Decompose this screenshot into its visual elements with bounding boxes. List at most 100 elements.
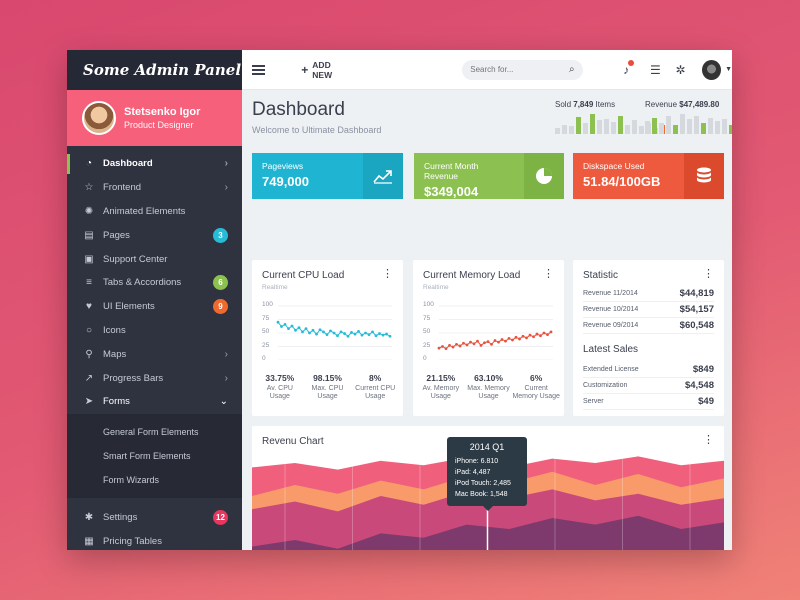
app-window: Some Admin Panel Stetsenko Igor Product … [67,50,732,550]
chart-tooltip: 2014 Q1 iPhone: 6.810 iPad: 4,487 iPod Tou… [447,437,527,511]
stat-row-value: $849 [692,364,714,375]
sidebar-item-label: UI Elements [103,301,155,313]
data-point [378,332,381,335]
user-avatar-button[interactable] [702,59,722,80]
metric-label: Av. CPU Usage [266,385,293,401]
revenue-value: $47,489.80 [679,100,720,109]
sidebar-item[interactable]: ▦ Pricing Tables [67,530,242,550]
stat-row-label: Customization [583,382,628,389]
stat-row: Extended License $849 [583,362,714,378]
sidebar-item-label: Progress Bars [103,372,164,384]
sidebar-item[interactable]: ◔ Dashboard › [67,152,242,176]
metric-value: 21.15% [426,373,456,383]
data-point [280,325,283,328]
metric-value: 98.15% [313,373,342,383]
y-tick-label: 25 [423,341,431,349]
trend-chart-icon [363,153,403,199]
sparkline-bar [715,121,720,134]
sidebar-item[interactable]: ○ Icons [67,319,242,343]
data-point [360,333,364,337]
circle-icon: ○ [85,324,93,336]
avatar[interactable] [82,101,116,135]
server-icon[interactable]: ☰ [648,62,663,78]
data-point [371,330,374,334]
stat-row-label: Extended License [583,366,639,373]
data-point [287,327,290,331]
sidebar-item[interactable]: ↗ Progress Bars › [67,366,242,390]
menu-toggle-icon[interactable] [252,64,266,75]
sidebar-item[interactable]: ➤ Forms ⌄ [67,390,242,414]
y-tick-label: 0 [262,355,266,362]
data-point [374,334,378,338]
stat-row: Revenue 11/2014 $44,819 [583,286,714,302]
data-point [458,344,462,348]
y-tick-label: 100 [262,301,273,308]
submenu-item[interactable]: Smart Form Elements [67,444,242,468]
revenue-label: Revenue [645,100,678,109]
sparkline-bar [611,121,616,134]
database-icon [684,153,724,199]
diskspace-card[interactable]: Diskspace Used 51.84/100GB [573,153,724,199]
data-point [441,345,444,348]
sidebar-item[interactable]: ✺ Animated Elements [67,200,242,224]
pageviews-card[interactable]: Pageviews 749,000 [252,153,403,199]
bell-icon[interactable]: ♪ [619,59,634,78]
data-point [322,330,325,334]
sparkline-bar [645,121,650,134]
card-subtitle: Realtime [262,284,288,291]
cpu-metrics: 33.75% Av. CPU Usage 98.15% Max. CPU Usage 8… [256,373,399,402]
gear-icon[interactable]: ✲ [673,62,688,78]
spinner-icon: ✺ [84,205,94,217]
sidebar-item[interactable]: ▤ Pages 3 [67,223,242,247]
data-point [500,338,504,341]
revenue-card[interactable]: Current Month Revenue $349,004 [414,153,564,199]
memory-line-chart [437,305,553,360]
latest-sales-title: Latest Sales [583,344,639,355]
sidebar-menu-bottom: ✱ Settings 12 ▦ Pricing Tables [67,498,242,550]
sidebar-item[interactable]: ≡ Tabs & Accordions 6 [67,271,242,295]
stat-row-label: Revenue 11/2014 [583,290,638,297]
y-tick-label: 50 [262,328,270,335]
card-title: Current CPU Load [262,270,345,281]
data-point [514,335,518,339]
stat-value: $349,004 [424,184,479,199]
metric-label: Max. Memory Usage [467,385,510,401]
paper-plane-icon: ➤ [84,396,94,408]
submenu-item[interactable]: Form Wizards [67,468,242,492]
sidebar-item[interactable]: ✱ Settings 12 [67,506,242,530]
data-point [437,346,441,350]
metric: 33.75% Av. CPU Usage [256,373,304,402]
more-menu-icon[interactable]: ⋮ [382,269,393,280]
add-new-label: ADD NEW [312,59,333,80]
sidebar-item[interactable]: ▣ Support Center [67,247,242,271]
sidebar-item[interactable]: ♥ UI Elements 9 [67,295,242,319]
sidebar-item-label: Animated Elements [103,205,186,217]
data-point [490,342,493,346]
stat-value: 51.84/100GB [583,174,661,189]
gear-icon: ✱ [84,512,94,524]
chevron-down-icon[interactable]: ▼ [725,66,732,73]
submenu-item[interactable]: General Form Elements [67,420,242,444]
add-new-button[interactable]: + ADD NEW [301,60,350,80]
sidebar-item[interactable]: ☆ Frontend › [67,176,242,200]
stat-row: Revenue 10/2014 $54,157 [583,302,714,318]
sidebar-item[interactable]: ⚲ Maps › [67,342,242,366]
map-pin-icon: ⚲ [85,348,93,360]
heart-icon: ♥ [86,301,92,313]
more-menu-icon[interactable]: ⋮ [543,269,554,280]
search-box[interactable]: ⌕ [462,59,583,80]
more-menu-icon[interactable]: ⋮ [703,435,714,446]
search-input[interactable] [470,65,569,74]
data-point [329,329,332,333]
count-badge: 6 [213,275,228,291]
memory-load-card: Current Memory Load Realtime ⋮ 100 75 50 25… [413,260,564,416]
brand-logo[interactable]: Some Admin Panel [67,50,242,90]
data-point [381,333,385,337]
data-point [315,332,318,336]
more-menu-icon[interactable]: ⋮ [703,269,714,280]
search-icon[interactable]: ⌕ [569,64,575,75]
user-profile[interactable]: Stetsenko Igor Product Designer [67,90,242,146]
sidebar-item-label: Maps [103,348,127,360]
main-content: Dashboard Welcome to Ultimate Dashboard … [242,90,732,550]
data-point [294,328,297,332]
